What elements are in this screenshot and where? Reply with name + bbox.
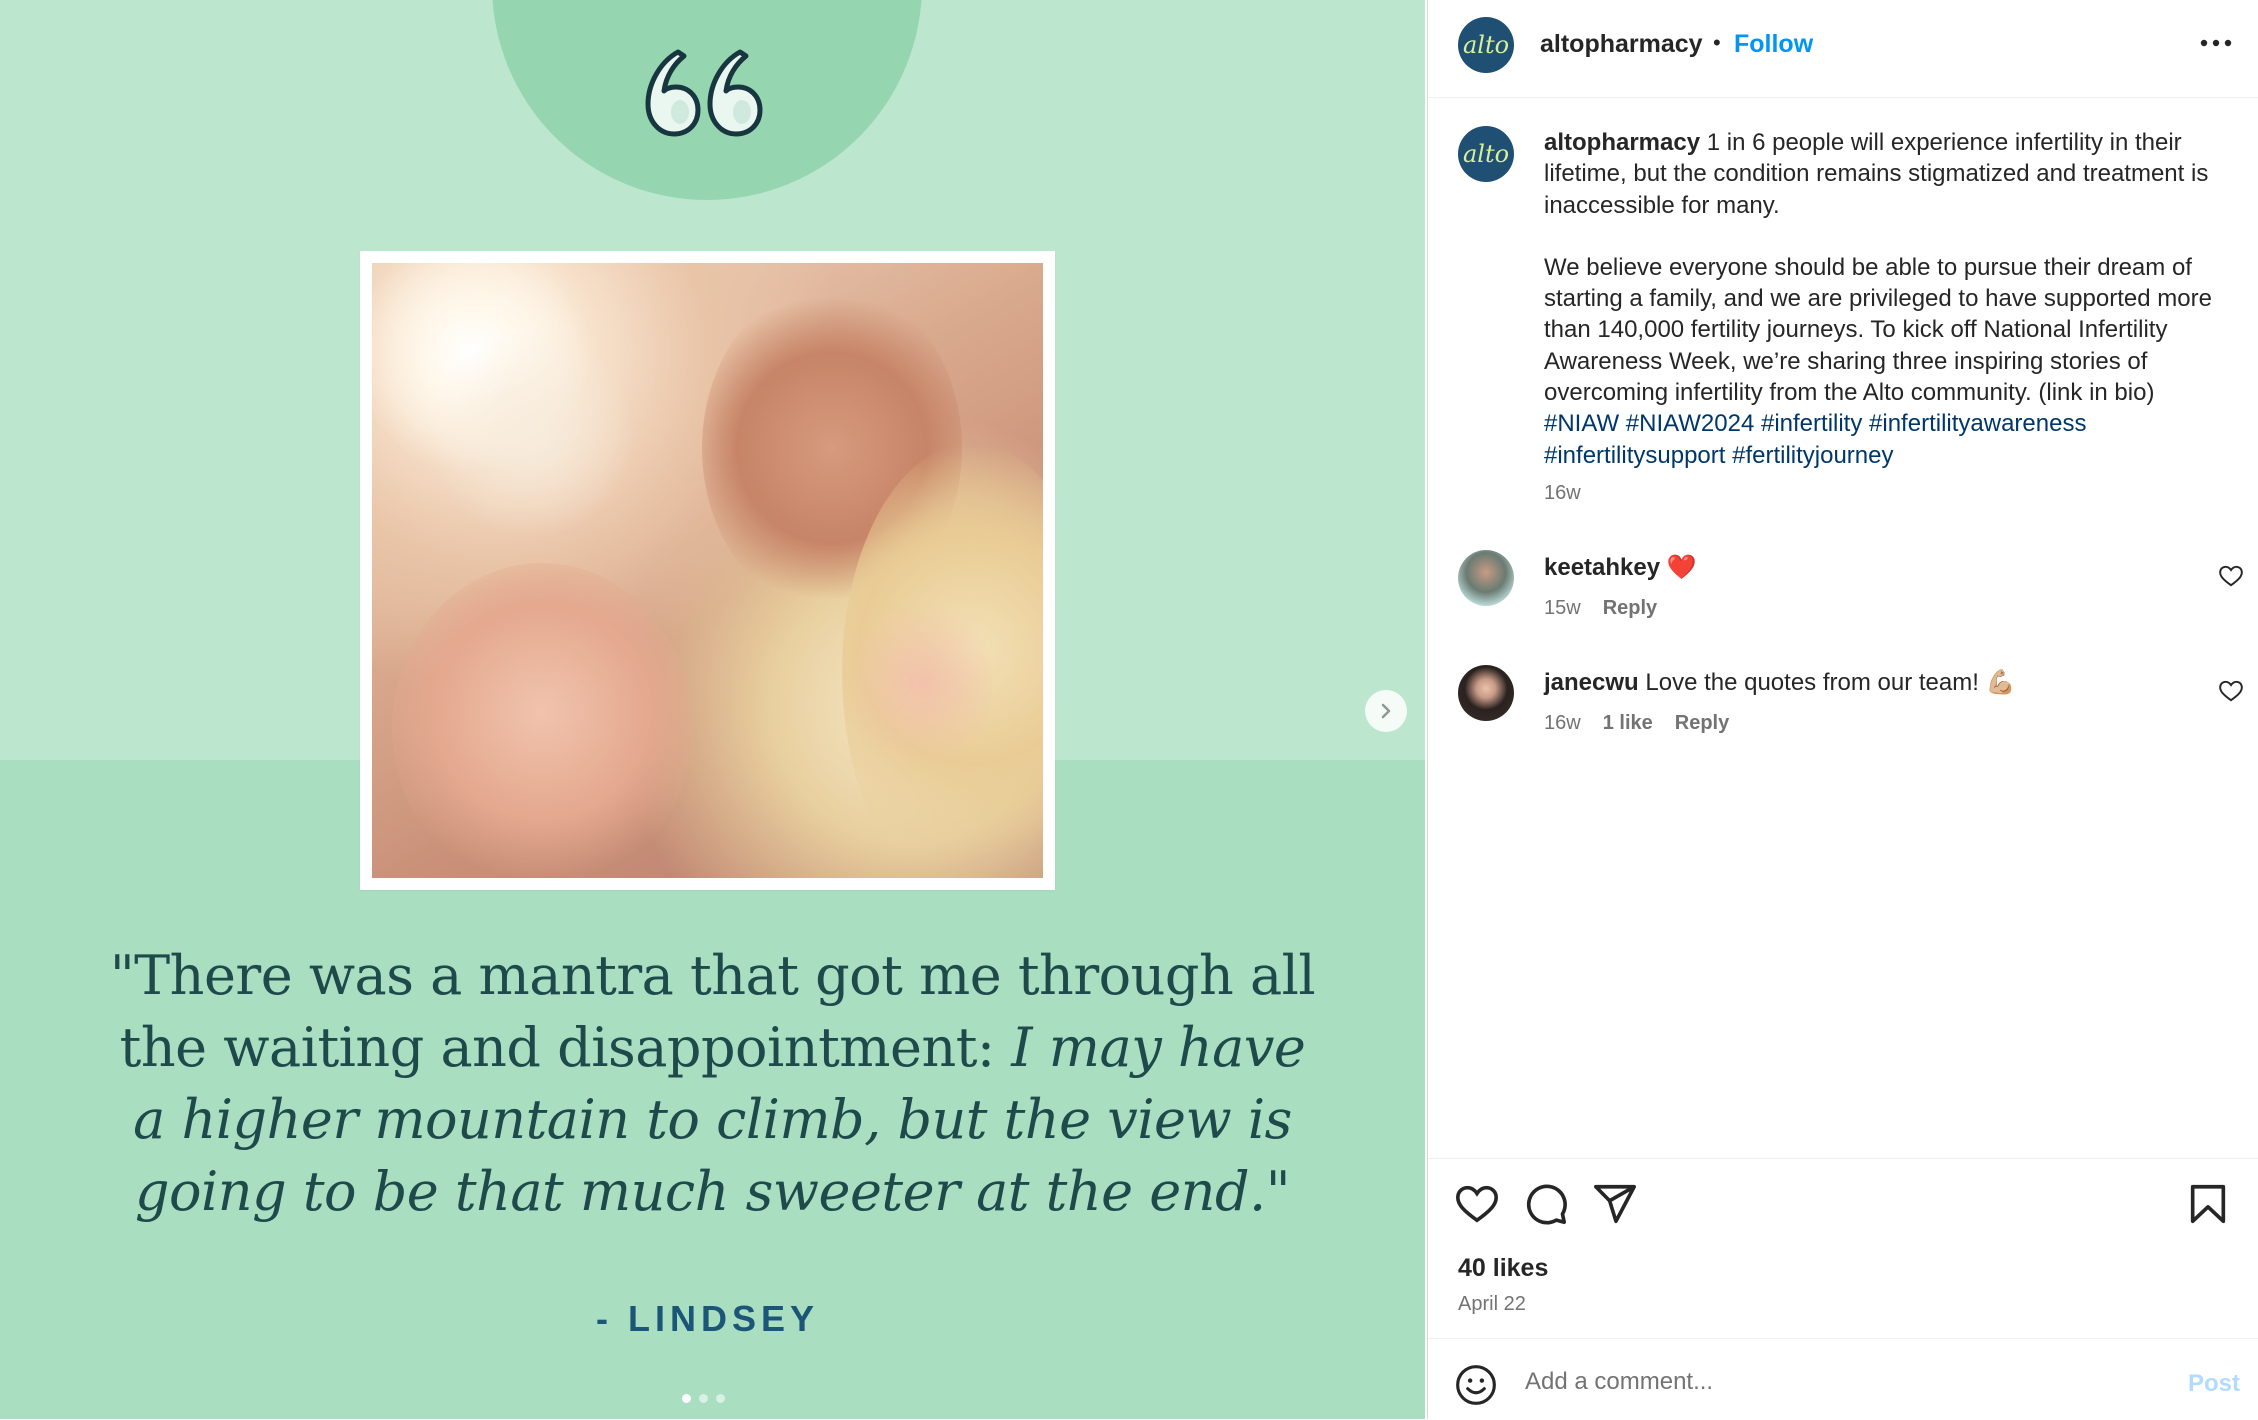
carousel-dot[interactable] bbox=[716, 1394, 725, 1403]
post-header: alto altopharmacy • Follow bbox=[1428, 0, 2258, 98]
comment-time[interactable]: 16w bbox=[1544, 712, 1581, 735]
chevron-right-icon bbox=[1381, 703, 1391, 719]
comment-like-count[interactable]: 1 like bbox=[1603, 712, 1653, 735]
comment-meta: 15w Reply bbox=[1544, 597, 1657, 620]
comment-username[interactable]: keetahkey bbox=[1544, 554, 1660, 581]
quote-line-1: "There was a mantra that got me through … bbox=[109, 944, 1316, 1007]
comment-input[interactable] bbox=[1523, 1359, 2127, 1405]
add-comment-bar: Post bbox=[1428, 1338, 2258, 1420]
comment-username[interactable]: janecwu bbox=[1544, 669, 1639, 696]
more-horizontal-icon bbox=[2200, 39, 2232, 47]
photo-frame bbox=[360, 251, 1055, 890]
comment-body: Love the quotes from our team! 💪🏼 bbox=[1638, 669, 2016, 696]
more-options-button[interactable] bbox=[2196, 28, 2236, 58]
quote-mark-icon bbox=[645, 49, 763, 137]
post-side-panel: alto altopharmacy • Follow alto altophar… bbox=[1427, 0, 2258, 1419]
profile-avatar[interactable]: alto bbox=[1458, 17, 1514, 73]
caption-body: altopharmacy 1 in 6 people will experien… bbox=[1544, 127, 2224, 471]
comment-text: janecwu Love the quotes from our team! 💪… bbox=[1544, 668, 2015, 697]
reply-button[interactable]: Reply bbox=[1603, 597, 1657, 620]
likes-count[interactable]: 40 likes bbox=[1458, 1254, 1548, 1283]
post-media: "There was a mantra that got me through … bbox=[0, 0, 1425, 1419]
reply-button[interactable]: Reply bbox=[1675, 712, 1729, 735]
bookmark-icon[interactable] bbox=[2185, 1181, 2231, 1227]
quote-text: "There was a mantra that got me through … bbox=[80, 940, 1345, 1228]
post-comment-button[interactable]: Post bbox=[2188, 1370, 2240, 1398]
hashtag-link[interactable]: #infertility bbox=[1761, 410, 1862, 437]
post-date[interactable]: April 22 bbox=[1458, 1293, 1526, 1316]
next-slide-button[interactable] bbox=[1365, 690, 1407, 732]
caption-paragraph-1: altopharmacy 1 in 6 people will experien… bbox=[1544, 127, 2224, 221]
comment-meta: 16w 1 like Reply bbox=[1544, 712, 1729, 735]
comment-time[interactable]: 15w bbox=[1544, 597, 1581, 620]
family-photo bbox=[372, 263, 1043, 878]
caption-text-2: We believe everyone should be able to pu… bbox=[1544, 253, 2212, 407]
hashtag-link[interactable]: #infertilitysupport bbox=[1544, 442, 1725, 469]
comment-like-icon[interactable] bbox=[2218, 678, 2244, 704]
comment-body: ❤️ bbox=[1660, 554, 1697, 581]
heart-icon[interactable] bbox=[1454, 1181, 1500, 1227]
post-actions: 40 likes April 22 bbox=[1428, 1158, 2258, 1339]
commenter-avatar[interactable] bbox=[1458, 550, 1514, 606]
paper-plane-icon[interactable] bbox=[1592, 1181, 1638, 1227]
carousel-dots bbox=[682, 1394, 725, 1403]
quote-line-3: a higher mountain to climb, but the view… bbox=[133, 1088, 1292, 1151]
carousel-dot[interactable] bbox=[699, 1394, 708, 1403]
commenter-avatar[interactable] bbox=[1458, 665, 1514, 721]
caption-paragraph-2: We believe everyone should be able to pu… bbox=[1544, 252, 2224, 471]
hashtag-link[interactable]: #fertilityjourney bbox=[1732, 442, 1893, 469]
quote-line-2-italic: I may have bbox=[1011, 1016, 1306, 1079]
quote-attribution: - LINDSEY bbox=[595, 1298, 819, 1339]
caption-avatar[interactable]: alto bbox=[1458, 126, 1514, 182]
emoji-icon[interactable] bbox=[1454, 1363, 1498, 1407]
carousel-dot[interactable] bbox=[682, 1394, 691, 1403]
comment-like-icon[interactable] bbox=[2218, 563, 2244, 589]
hashtag-link[interactable]: #NIAW2024 bbox=[1626, 410, 1755, 437]
header-username[interactable]: altopharmacy bbox=[1540, 30, 1703, 59]
hashtag-link[interactable]: #NIAW bbox=[1544, 410, 1619, 437]
header-separator: • bbox=[1713, 30, 1721, 55]
caption-username[interactable]: altopharmacy bbox=[1544, 129, 1700, 156]
quote-line-2: the waiting and disappointment: I may ha… bbox=[80, 1012, 1345, 1084]
quote-line-2-roman: the waiting and disappointment: bbox=[119, 1016, 1012, 1079]
caption-timestamp[interactable]: 16w bbox=[1544, 482, 1581, 505]
quote-line-4: going to be that much sweeter at the end… bbox=[134, 1160, 1291, 1223]
follow-button[interactable]: Follow bbox=[1734, 30, 1813, 59]
hashtag-link[interactable]: #infertilityawareness bbox=[1869, 410, 2086, 437]
comment-bubble-icon[interactable] bbox=[1523, 1181, 1569, 1227]
comment-text: keetahkey ❤️ bbox=[1544, 553, 1697, 582]
